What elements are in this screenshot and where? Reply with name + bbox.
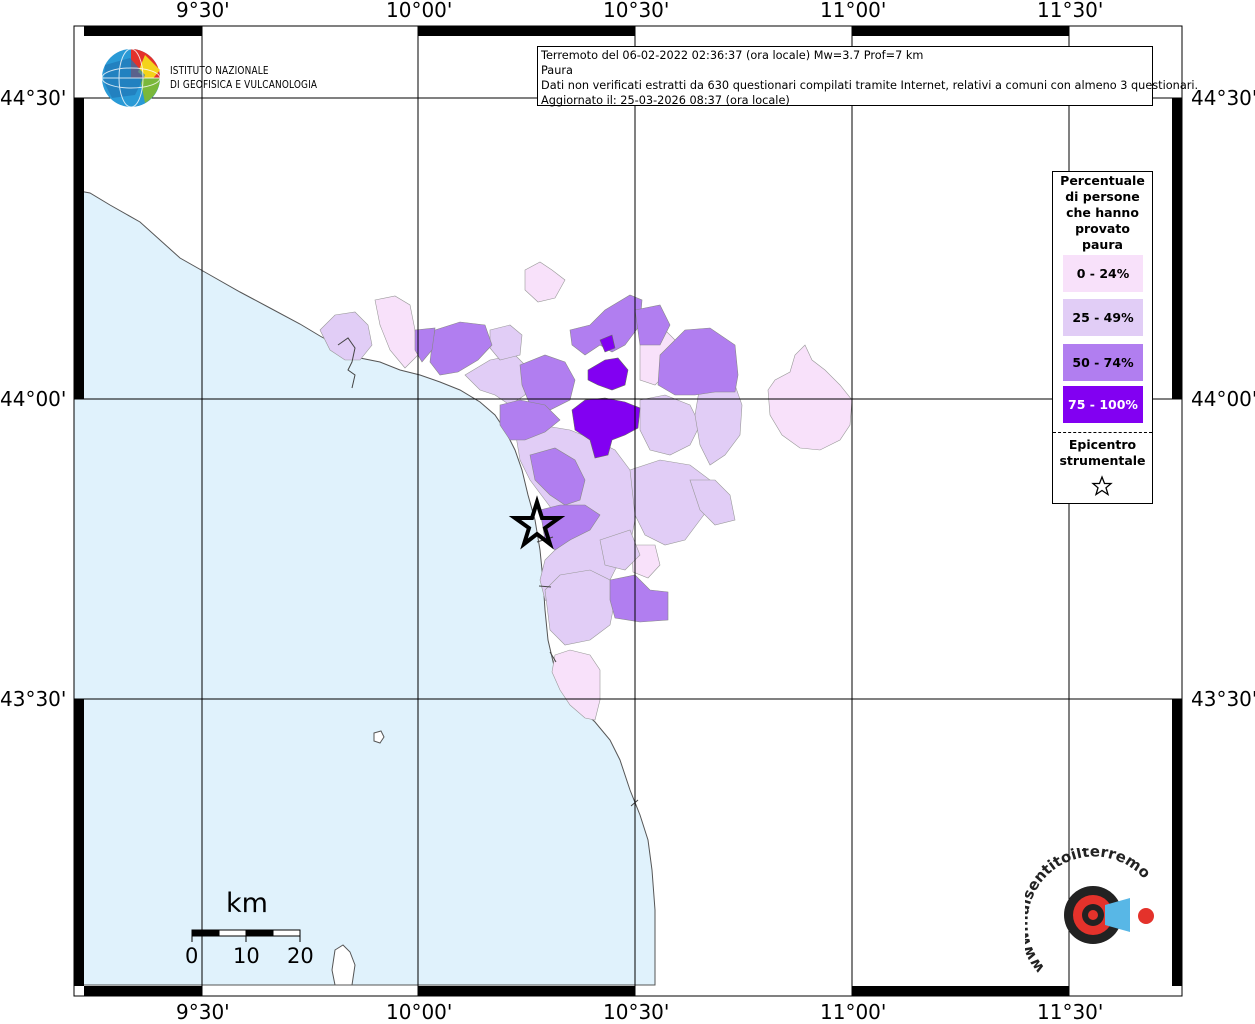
axis-label-bottom: 10°30'	[603, 1000, 670, 1024]
legend-item-0-24: 0 - 24%	[1063, 255, 1143, 292]
axis-label-right: 44°00'	[1191, 387, 1255, 411]
event-info-line: Dati non verificati estratti da 630 ques…	[541, 79, 1199, 92]
axis-label-right: 43°30'	[1191, 687, 1255, 711]
svg-text:www.haisentitoilterremoto.it: www.haisentitoilterremoto.it	[1025, 848, 1154, 977]
legend-item-75-100: 75 - 100%	[1063, 386, 1143, 423]
event-info-box: Terremoto del 06-02-2022 02:36:37 (ora l…	[537, 46, 1199, 107]
axis-label-top: 11°00'	[820, 0, 887, 22]
ingv-logo-line2: DI GEOFISICA E VULCANOLOGIA	[170, 79, 318, 91]
scale-unit: km	[226, 888, 268, 919]
event-info-line: Terremoto del 06-02-2022 02:36:37 (ora l…	[541, 49, 924, 62]
watermark-text: www.haisentitoilterremoto.it	[1025, 848, 1154, 977]
legend-item-25-49: 25 - 49%	[1063, 299, 1143, 336]
axis-label-bottom: 11°00'	[820, 1000, 887, 1024]
axis-label-left: 44°00'	[0, 387, 67, 411]
axis-label-bottom: 9°30'	[176, 1000, 230, 1024]
legend-title: Percentuale di persone che hanno provato…	[1060, 173, 1145, 252]
star-icon	[1091, 475, 1113, 497]
legend-epicenter-label: Epicentro strumentale	[1059, 437, 1146, 468]
scale-tick-label: 10	[233, 944, 260, 968]
axis-label-bottom: 10°00'	[386, 1000, 453, 1024]
axis-label-left: 43°30'	[0, 687, 67, 711]
event-info-line: Paura	[541, 64, 573, 77]
axis-label-bottom: 11°30'	[1037, 1000, 1104, 1024]
scale-tick-label: 0	[185, 944, 199, 968]
watermark-url: www.haisentitoilterremoto.it	[1025, 848, 1154, 977]
axis-label-right: 44°30'	[1191, 86, 1255, 110]
scale-tick-label: 20	[287, 944, 314, 968]
axis-label-top: 10°00'	[386, 0, 453, 22]
ingv-logo-text: ISTITUTO NAZIONALE DI GEOFISICA E VULCAN…	[170, 64, 317, 92]
axis-label-top: 9°30'	[176, 0, 230, 22]
legend: Percentuale di persone che hanno provato…	[1052, 171, 1153, 504]
ingv-logo-icon	[101, 48, 161, 108]
legend-item-50-74: 50 - 74%	[1063, 344, 1143, 381]
legend-divider	[1053, 432, 1152, 433]
axis-label-top: 11°30'	[1037, 0, 1104, 22]
axis-label-left: 44°30'	[0, 86, 67, 110]
axis-label-top: 10°30'	[603, 0, 670, 22]
event-info-line: Aggiornato il: 25-03-2026 08:37 (ora loc…	[541, 94, 790, 107]
ingv-logo-line1: ISTITUTO NAZIONALE	[170, 65, 269, 77]
